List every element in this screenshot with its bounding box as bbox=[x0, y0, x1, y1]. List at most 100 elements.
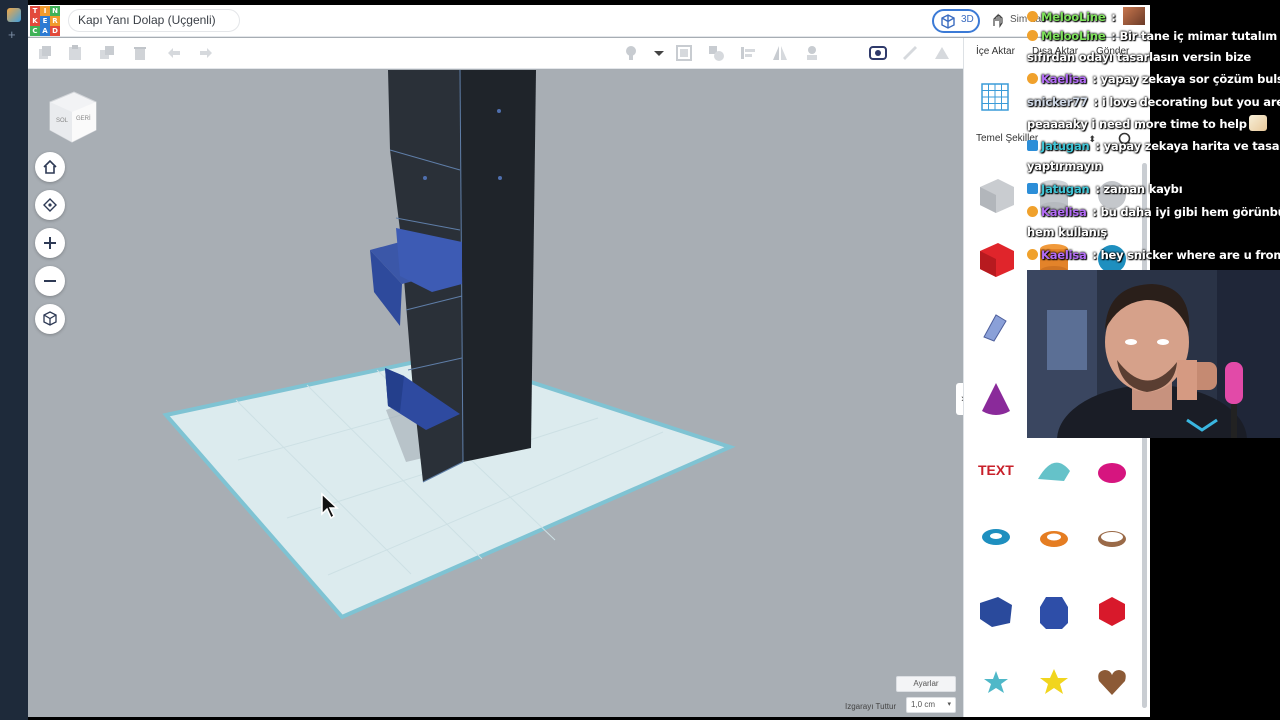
notes-icon[interactable] bbox=[933, 44, 951, 62]
moderator-badge-icon bbox=[1027, 183, 1038, 194]
shape-text[interactable]: TEXT bbox=[970, 440, 1022, 498]
chat-username[interactable]: Jatugan bbox=[1041, 182, 1090, 196]
shape-box[interactable] bbox=[970, 230, 1022, 288]
subscriber-badge-icon bbox=[1027, 206, 1038, 217]
logo-letter: R bbox=[50, 16, 60, 26]
delete-icon[interactable] bbox=[131, 44, 149, 62]
stream-chat-overlay: MelooLine : MelooLine : Bir tane iç mimar… bbox=[1027, 0, 1280, 270]
undo-icon[interactable] bbox=[165, 44, 183, 62]
chat-message: Kaelisa : yapay zekaya sor çözüm bulsun bbox=[1027, 72, 1280, 86]
mouse-cursor-icon bbox=[321, 492, 339, 520]
align-icon[interactable] bbox=[739, 44, 757, 62]
perspective-cube-icon bbox=[43, 311, 57, 326]
shape-ring[interactable] bbox=[1086, 508, 1138, 566]
dropdown-icon[interactable] bbox=[650, 44, 668, 62]
logo-letter: C bbox=[30, 26, 40, 36]
chat-text: : yapay zekaya harita ve tasarım bbox=[1091, 139, 1280, 153]
mirror-icon[interactable] bbox=[771, 44, 789, 62]
chat-message: hem kullanış bbox=[1027, 225, 1107, 239]
chat-message: Jatugan : zaman kaybı bbox=[1027, 182, 1183, 196]
zoom-out-button[interactable] bbox=[35, 266, 65, 296]
home-view-button[interactable] bbox=[35, 152, 65, 182]
shape-star-teal[interactable] bbox=[970, 652, 1022, 710]
redo-icon[interactable] bbox=[197, 44, 215, 62]
shape-cone[interactable] bbox=[970, 370, 1022, 428]
snap-grid-select[interactable]: 1,0 cm ▾ bbox=[906, 697, 956, 713]
chat-message: Kaelisa : bu daha iyi gibi hem görünbüş bbox=[1027, 205, 1280, 219]
chat-username[interactable]: Kaelisa bbox=[1041, 248, 1087, 262]
svg-text:TEXT: TEXT bbox=[978, 462, 1014, 478]
flip-icon[interactable] bbox=[803, 44, 821, 62]
edit-toolbar bbox=[28, 38, 963, 69]
shape-icosahedron[interactable] bbox=[1086, 582, 1138, 640]
workplane-grid-icon[interactable] bbox=[980, 82, 1010, 112]
chat-avatar-icon bbox=[1121, 6, 1146, 26]
ungroup-icon[interactable] bbox=[707, 44, 725, 62]
chat-message: MelooLine : Bir tane iç mimar tutalım bbox=[1027, 29, 1277, 43]
copy-icon[interactable] bbox=[36, 44, 54, 62]
scene-canvas[interactable] bbox=[28, 70, 963, 717]
logo-letter: E bbox=[40, 16, 50, 26]
chat-username[interactable]: Kaelisa bbox=[1041, 72, 1087, 86]
chat-username[interactable]: snicker77 bbox=[1027, 95, 1088, 109]
fit-view-button[interactable] bbox=[35, 190, 65, 220]
logo-letter: T bbox=[30, 6, 40, 16]
view-cube-left-label: SOL bbox=[56, 118, 69, 124]
chevron-down-icon: ▾ bbox=[947, 701, 951, 708]
3d-viewport[interactable]: SOL GERİ Ayarlar Izgarayı Tuttur 1,0 cm bbox=[28, 70, 963, 717]
tinkercad-logo[interactable]: TINKERCAD bbox=[30, 6, 60, 36]
zoom-in-button[interactable] bbox=[35, 228, 65, 258]
shape-hexagonal-prism[interactable] bbox=[1028, 582, 1080, 640]
projection-button[interactable] bbox=[35, 304, 65, 334]
chat-text: : bbox=[1107, 10, 1116, 24]
settings-button[interactable]: Ayarlar bbox=[896, 676, 956, 692]
shape-tube[interactable] bbox=[1028, 508, 1080, 566]
logo-letter: D bbox=[50, 26, 60, 36]
import-tab[interactable]: İçe Aktar bbox=[976, 46, 1015, 57]
chat-text: : yapay zekaya sor çözüm bulsun bbox=[1088, 72, 1280, 86]
shape-scribble[interactable] bbox=[970, 298, 1022, 356]
tinkercad-window: TINKERCAD Kapı Yanı Dolap (Uçgenli) 3D S… bbox=[28, 5, 1150, 717]
chat-text: sıfırdan odayı tasarlasın versin bize bbox=[1027, 50, 1251, 64]
shape-wedge[interactable] bbox=[970, 582, 1022, 640]
ruler-icon[interactable] bbox=[901, 44, 919, 62]
chat-username[interactable]: Jatugan bbox=[1041, 139, 1090, 153]
screen: + TINKERCAD Kapı Yanı Dolap (Uçgenli) 3D… bbox=[0, 0, 1280, 720]
tinkercad-tab-icon[interactable] bbox=[7, 8, 21, 22]
shape-star-yellow[interactable] bbox=[1028, 652, 1080, 710]
duplicate-icon[interactable] bbox=[98, 44, 116, 62]
group-icon[interactable] bbox=[675, 44, 693, 62]
chat-message: yaptırmayın bbox=[1027, 159, 1103, 173]
chat-username[interactable]: MelooLine bbox=[1041, 29, 1106, 43]
shape-torus[interactable] bbox=[970, 508, 1022, 566]
chat-text: : hey snicker where are u from bbox=[1088, 248, 1280, 262]
logo-letter: I bbox=[40, 6, 50, 16]
hand-icon bbox=[993, 13, 1003, 28]
new-tab-plus-icon[interactable]: + bbox=[8, 28, 16, 42]
chat-text: peaaaaky i need more time to help bbox=[1027, 117, 1247, 131]
cruise-icon[interactable] bbox=[869, 44, 887, 62]
chat-message: MelooLine : bbox=[1027, 6, 1146, 26]
chat-message: Jatugan : yapay zekaya harita ve tasarım bbox=[1027, 139, 1280, 153]
shape-paraboloid[interactable] bbox=[1086, 440, 1138, 498]
chat-username[interactable]: Kaelisa bbox=[1041, 205, 1087, 219]
shape-half-cylinder[interactable] bbox=[1028, 440, 1080, 498]
chat-text: : i love decorating but you are so bbox=[1093, 95, 1280, 109]
shape-heart[interactable] bbox=[1086, 652, 1138, 710]
3d-view-button[interactable]: 3D bbox=[932, 9, 980, 33]
design-title-field[interactable]: Kapı Yanı Dolap (Uçgenli) bbox=[68, 9, 240, 32]
paste-icon[interactable] bbox=[66, 44, 84, 62]
subscriber-badge-icon bbox=[1027, 30, 1038, 41]
shape-box-hole[interactable] bbox=[970, 166, 1022, 224]
handle-dot bbox=[423, 176, 427, 180]
logo-letter: A bbox=[40, 26, 50, 36]
view-cube-back-label: GERİ bbox=[76, 115, 91, 122]
logo-letter: N bbox=[50, 6, 60, 16]
chat-emote-icon bbox=[1248, 115, 1267, 131]
chat-text: yaptırmayın bbox=[1027, 159, 1103, 173]
chat-username[interactable]: MelooLine bbox=[1041, 10, 1106, 24]
cube-icon bbox=[941, 14, 955, 29]
bulb-icon[interactable] bbox=[622, 44, 640, 62]
view-cube[interactable]: SOL GERİ bbox=[44, 88, 100, 146]
chat-message: peaaaaky i need more time to help bbox=[1027, 115, 1267, 131]
